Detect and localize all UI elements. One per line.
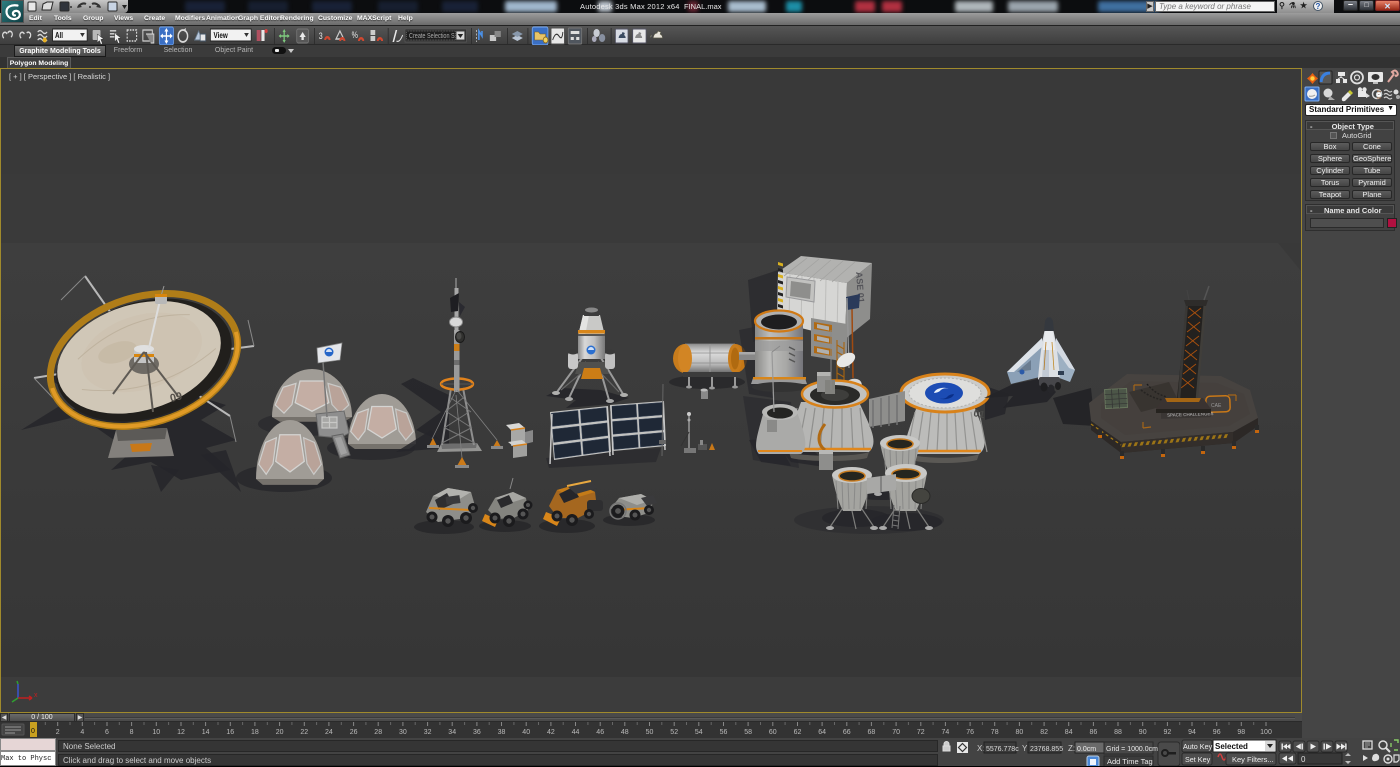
svg-text:52: 52 <box>670 729 678 736</box>
svg-text:x: x <box>34 692 38 699</box>
svg-text:28: 28 <box>374 729 382 736</box>
svg-text:78: 78 <box>991 729 999 736</box>
svg-text:34: 34 <box>448 729 456 736</box>
svg-text:X:: X: <box>977 744 985 753</box>
svg-text:30: 30 <box>399 729 407 736</box>
svg-text:80: 80 <box>1016 729 1024 736</box>
svg-text:14: 14 <box>202 729 210 736</box>
svg-text:62: 62 <box>794 729 802 736</box>
svg-text:100: 100 <box>1260 729 1272 736</box>
svg-text:Grid = 1000.0cm: Grid = 1000.0cm <box>1106 746 1158 753</box>
svg-text:72: 72 <box>917 729 925 736</box>
svg-text:58: 58 <box>744 729 752 736</box>
svg-text:74: 74 <box>942 729 950 736</box>
svg-text:8: 8 <box>130 729 134 736</box>
svg-text:98: 98 <box>1237 729 1245 736</box>
svg-text:16: 16 <box>226 729 234 736</box>
svg-text:23768.855: 23768.855 <box>1030 746 1063 753</box>
svg-text:48: 48 <box>621 729 629 736</box>
svg-text:Set Key: Set Key <box>1185 755 1211 764</box>
svg-text:5576.778c: 5576.778c <box>986 746 1019 753</box>
svg-text:42: 42 <box>547 729 555 736</box>
svg-text:56: 56 <box>720 729 728 736</box>
svg-text:Key Filters...: Key Filters... <box>1232 755 1274 764</box>
svg-text:68: 68 <box>868 729 876 736</box>
svg-text:Create Selection S: Create Selection S <box>409 32 455 40</box>
svg-text:20: 20 <box>276 729 284 736</box>
svg-text:0: 0 <box>1301 755 1306 764</box>
svg-text:⌚: ⌚ <box>1375 90 1384 99</box>
svg-text:66: 66 <box>843 729 851 736</box>
svg-text:88: 88 <box>1114 729 1122 736</box>
svg-text:76: 76 <box>966 729 974 736</box>
svg-text:12: 12 <box>177 729 185 736</box>
svg-text:Add Time Tag: Add Time Tag <box>1107 757 1153 766</box>
svg-text:2: 2 <box>56 729 60 736</box>
svg-text:%: % <box>352 30 358 40</box>
svg-text:44: 44 <box>572 729 580 736</box>
svg-text:3: 3 <box>319 31 323 41</box>
svg-text:32: 32 <box>424 729 432 736</box>
svg-text:70: 70 <box>892 729 900 736</box>
svg-text:84: 84 <box>1065 729 1073 736</box>
svg-text:All: All <box>55 30 63 40</box>
svg-text:10: 10 <box>152 729 160 736</box>
svg-text:24: 24 <box>325 729 333 736</box>
svg-text:View: View <box>214 30 229 40</box>
svg-text:92: 92 <box>1164 729 1172 736</box>
svg-text:82: 82 <box>1040 729 1048 736</box>
svg-text:0: 0 <box>31 728 35 735</box>
svg-text:18: 18 <box>251 729 259 736</box>
svg-text:86: 86 <box>1090 729 1098 736</box>
svg-text:0.0cm: 0.0cm <box>1077 746 1096 753</box>
svg-text:40: 40 <box>522 729 530 736</box>
svg-text:Selected: Selected <box>1215 742 1248 751</box>
svg-text:Z:: Z: <box>1068 744 1075 753</box>
svg-text:CAE: CAE <box>1211 403 1222 409</box>
svg-text:96: 96 <box>1213 729 1221 736</box>
svg-text:4: 4 <box>80 729 84 736</box>
svg-text:54: 54 <box>695 729 703 736</box>
svg-text:36: 36 <box>473 729 481 736</box>
svg-text:46: 46 <box>596 729 604 736</box>
svg-text:90: 90 <box>1139 729 1147 736</box>
svg-text:94: 94 <box>1188 729 1196 736</box>
svg-text:26: 26 <box>350 729 358 736</box>
svg-text:22: 22 <box>300 729 308 736</box>
svg-text:6: 6 <box>105 729 109 736</box>
svg-text:60: 60 <box>769 729 777 736</box>
svg-text:50: 50 <box>646 729 654 736</box>
svg-text:38: 38 <box>498 729 506 736</box>
svg-text:64: 64 <box>818 729 826 736</box>
svg-text:Auto Key: Auto Key <box>1183 742 1213 751</box>
